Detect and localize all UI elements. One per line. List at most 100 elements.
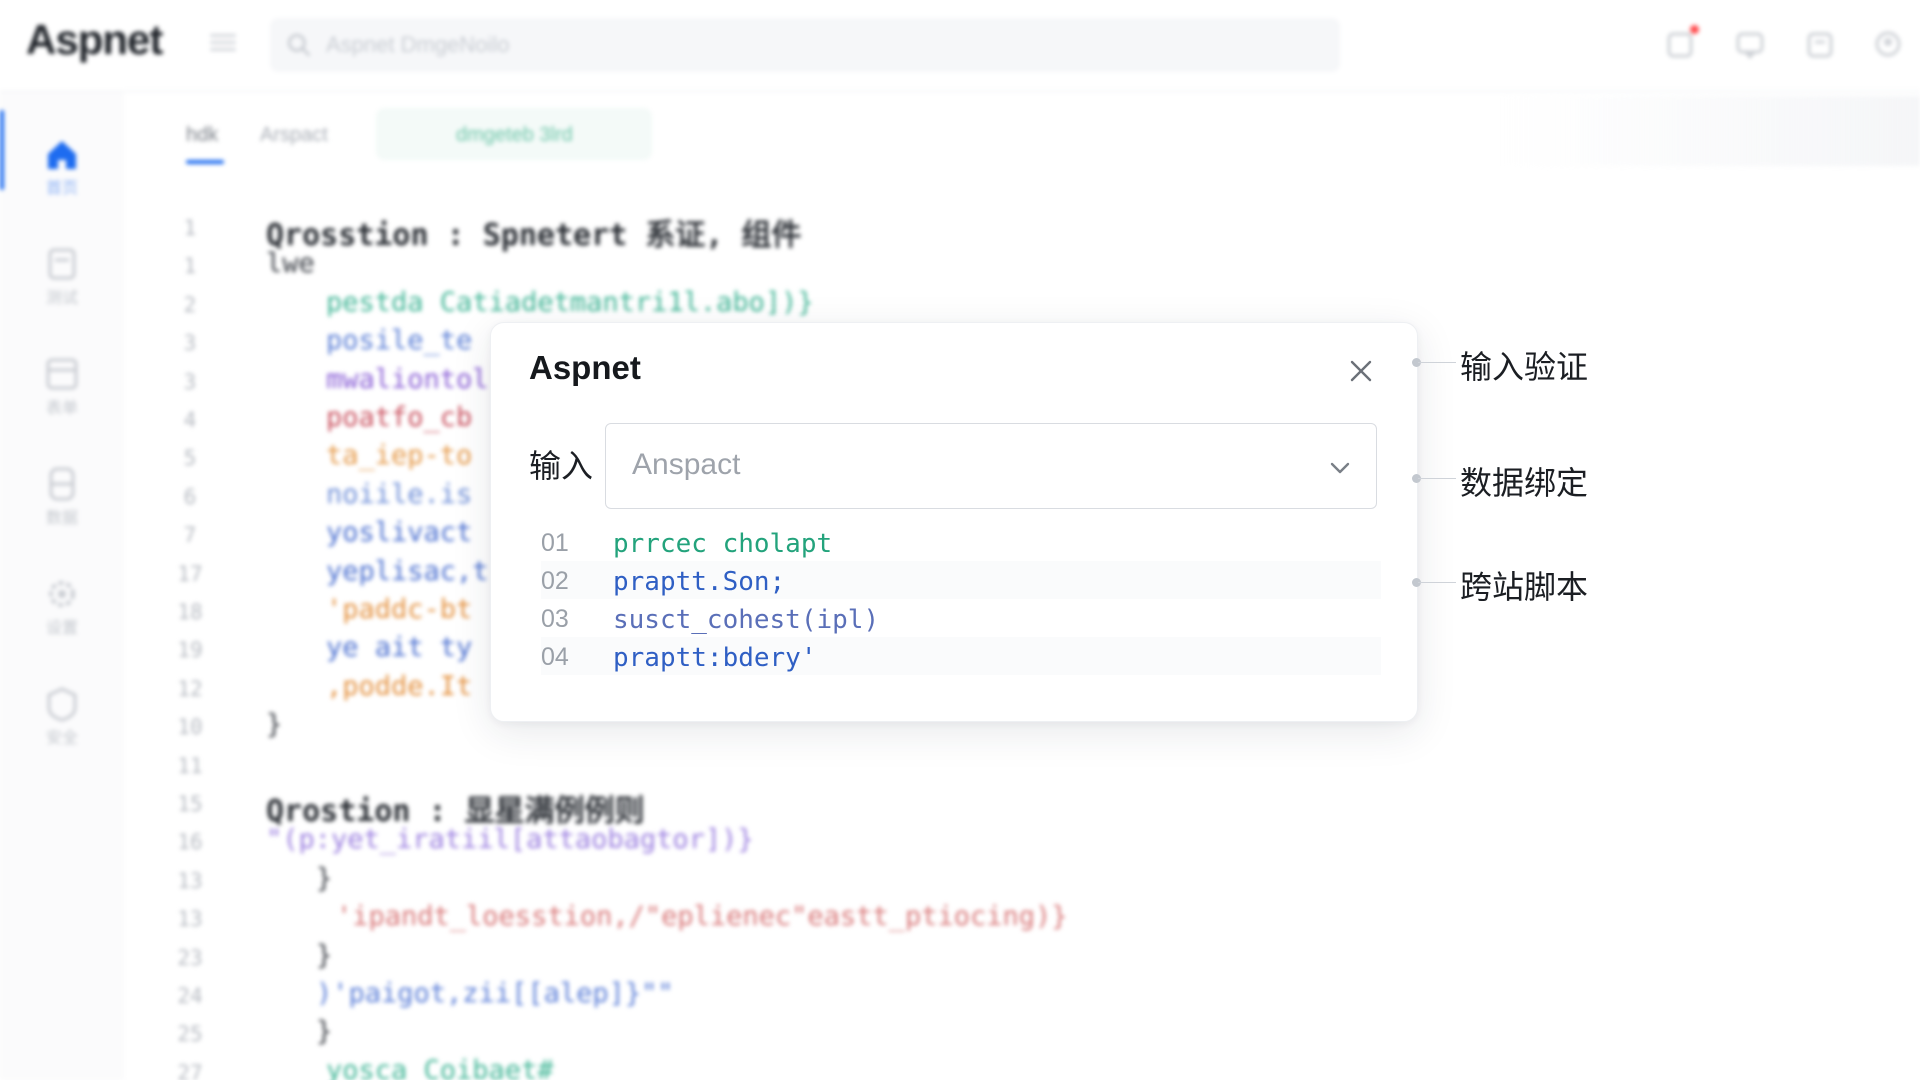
line-number: 3 <box>183 369 197 394</box>
input-select[interactable]: Anspact <box>605 423 1377 509</box>
document-icon <box>48 248 76 280</box>
line-number: 1 <box>183 254 197 279</box>
tab-arspact[interactable]: Arspact <box>260 124 328 147</box>
select-value: Anspact <box>632 448 741 481</box>
line-number: 23 <box>177 945 203 970</box>
app-logo: Aspnet <box>26 16 163 63</box>
dialog-line-number: 04 <box>541 643 569 671</box>
annotation-connector <box>1418 362 1456 363</box>
shield-icon <box>47 687 77 722</box>
code-heading: Qrosstion : Spnetert 系证, 组件 <box>266 218 802 253</box>
line-number: 19 <box>177 638 203 663</box>
line-number: 17 <box>177 561 203 586</box>
form-icon <box>46 358 78 390</box>
sidebar-item-settings[interactable]: 设置 <box>0 562 124 652</box>
database-icon <box>49 467 75 501</box>
code-text: } <box>266 709 283 741</box>
toolbar-fade <box>1500 96 1920 166</box>
dialog-code-text: praptt.Son; <box>613 567 786 597</box>
close-icon <box>1350 360 1372 382</box>
dialog-code-text: susct_cohest(ipl) <box>613 605 880 635</box>
sidebar-item-form[interactable]: 表单 <box>0 342 124 432</box>
dialog-line-number: 02 <box>541 567 569 595</box>
dialog-code-text: praptt:bdery' <box>613 643 817 673</box>
sidebar-item-label: 设置 <box>45 620 78 637</box>
sidebar-item-label: 表单 <box>45 400 78 417</box>
notification-badge <box>1690 25 1699 34</box>
menu-toggle-icon[interactable] <box>210 30 236 56</box>
line-number: 12 <box>177 676 203 701</box>
line-number: 7 <box>183 523 197 548</box>
dialog-line-number: 01 <box>541 529 569 557</box>
tab-hdk[interactable]: hdk <box>186 124 218 147</box>
line-number: 3 <box>183 331 197 356</box>
dialog-code-line: 03 susct_cohest(ipl) <box>541 599 1381 637</box>
line-number: 11 <box>177 753 203 778</box>
dialog-title: Aspnet <box>529 349 641 386</box>
sidebar-item-label: 测试 <box>45 290 78 307</box>
annotation-label: 跨站脚本 <box>1460 568 1589 606</box>
code-text: 'ipandt_loesstion,/"eplienec"eastt_ptioc… <box>336 901 1068 933</box>
dialog-code-line: 02 praptt.Son; <box>541 561 1381 599</box>
home-icon <box>48 141 76 169</box>
sidebar-item-test[interactable]: 测试 <box>0 232 124 322</box>
line-number: 15 <box>177 792 203 816</box>
sidebar-item-label: 数据 <box>45 510 78 527</box>
dialog-code-text: prrcec cholapt <box>613 529 833 559</box>
line-number: 6 <box>183 484 197 509</box>
sidebar-item-data[interactable]: 数据 <box>0 452 124 542</box>
sidebar: 首页 测试 表单 数据 设置 安全 <box>0 92 124 1080</box>
code-text: noiile.is <box>326 478 473 510</box>
code-heading: Qrostion : 显星满例例则 <box>266 794 645 829</box>
message-icon[interactable] <box>1734 28 1766 60</box>
dialog-code-line: 01 prrcec cholapt <box>541 523 1381 561</box>
code-text: poatfo_cb <box>326 402 473 433</box>
annotation-label: 数据绑定 <box>1460 464 1589 502</box>
annotation-connector <box>1418 582 1456 583</box>
input-field-label: 输入 <box>529 447 594 485</box>
line-number: 27 <box>177 1060 203 1080</box>
code-text: )'paigot,zii[[alep]}"" <box>316 978 674 1009</box>
top-bar: Aspnet Aspnet DmgeNoilo <box>0 0 1920 92</box>
chevron-down-icon <box>1330 462 1350 474</box>
calendar-icon[interactable] <box>1804 28 1836 60</box>
line-number: 1 <box>183 216 197 240</box>
code-text: yeplisac,t <box>326 555 489 587</box>
search-bar[interactable]: Aspnet DmgeNoilo <box>270 18 1340 72</box>
active-tab-indicator <box>186 160 224 164</box>
code-text: ,podde.It <box>326 670 473 702</box>
line-number: 4 <box>183 408 197 432</box>
code-text: posile_te <box>326 325 473 357</box>
annotation-connector <box>1418 478 1456 479</box>
gear-icon <box>49 581 75 607</box>
line-number: 13 <box>177 907 203 932</box>
code-text: } <box>316 1016 333 1048</box>
close-button[interactable] <box>1343 353 1379 389</box>
sidebar-item-security[interactable]: 安全 <box>0 672 124 762</box>
code-text: yosca Coibaet# <box>326 1054 554 1080</box>
tab-label: dmgeteb 3lrd <box>456 124 573 146</box>
dialog-code-line: 04 praptt:bdery' <box>541 637 1381 675</box>
aspnet-dialog: Aspnet 输入 Anspact 01 prrcec cholapt 02 prap… <box>490 322 1418 722</box>
code-text: ye ait ty <box>326 632 473 664</box>
search-icon <box>287 33 311 57</box>
sidebar-item-label: 首页 <box>45 180 78 197</box>
code-text: lwe <box>266 248 315 280</box>
line-number: 24 <box>177 984 203 1008</box>
sidebar-item-home[interactable]: 首页 <box>0 122 124 212</box>
search-input[interactable]: Aspnet DmgeNoilo <box>326 32 509 58</box>
code-text: "(p:yet_iratiil[attaobagtor])} <box>266 824 754 856</box>
code-text: mwaliontol <box>326 363 489 395</box>
line-number: 16 <box>177 830 203 855</box>
code-text: 'paddc-bt <box>326 594 473 625</box>
sidebar-item-label: 安全 <box>45 730 78 747</box>
code-text: } <box>316 939 333 971</box>
code-text: ta_iep-to <box>326 440 473 472</box>
line-number: 25 <box>177 1022 203 1047</box>
code-text: yoslivact <box>326 517 473 549</box>
notification-icon[interactable] <box>1664 25 1699 60</box>
line-number: 13 <box>177 868 203 893</box>
tab-dmgeteb[interactable]: dmgeteb 3lrd <box>376 108 652 160</box>
user-avatar-icon[interactable] <box>1872 28 1904 60</box>
line-number: 10 <box>177 715 203 740</box>
